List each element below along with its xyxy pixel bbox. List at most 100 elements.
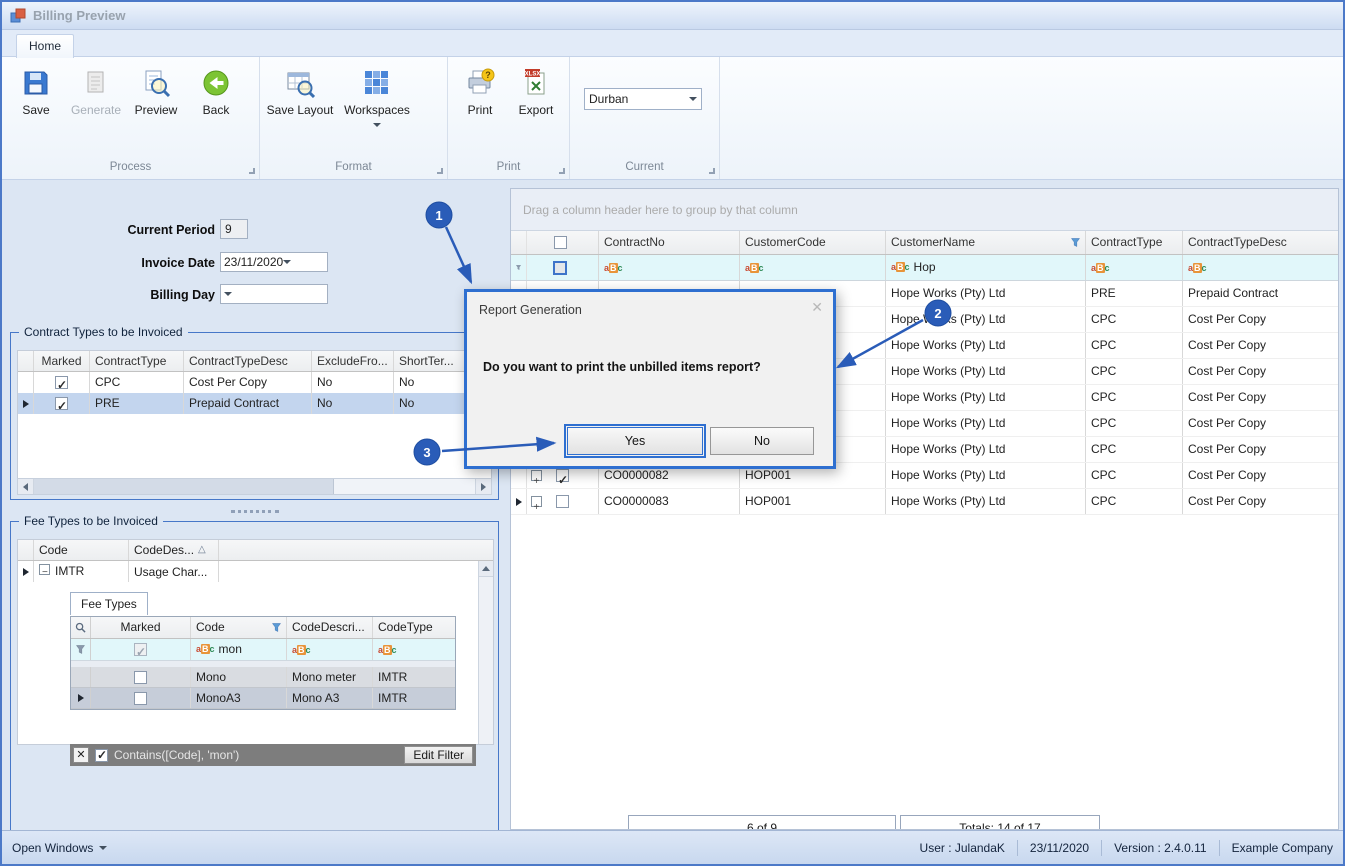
filter-icon[interactable] [1071, 238, 1080, 247]
column-header-customername[interactable]: CustomerName [886, 231, 1086, 254]
column-header-codedesc[interactable]: CodeDes... △ [129, 540, 219, 560]
scroll-right-icon[interactable] [475, 479, 491, 494]
fee-auto-filter-row[interactable]: aBc mon aBc aBc [71, 639, 455, 661]
group-by-panel[interactable]: Drag a column header here to group by th… [511, 189, 1338, 231]
auto-filter-row[interactable]: aBc aBc aBc Hop aBc aBc [511, 255, 1338, 281]
filter-row-icon [516, 265, 521, 270]
tab-fee-types[interactable]: Fee Types [70, 592, 148, 615]
group-dialog-launcher-icon[interactable] [709, 168, 715, 174]
current-period-field[interactable]: 9 [220, 219, 248, 239]
horizontal-scrollbar[interactable] [17, 478, 492, 495]
close-icon[interactable]: ✕ [811, 299, 823, 316]
abc-filter-icon: aBc [1091, 263, 1110, 273]
abc-filter-icon: aBc [292, 645, 311, 655]
select-all-checkbox[interactable] [553, 236, 567, 249]
customername-filter-cell[interactable]: aBc Hop [886, 255, 1086, 280]
invoice-date-combobox[interactable]: 23/11/2020 [220, 252, 328, 272]
column-header-customercode[interactable]: CustomerCode [740, 231, 886, 254]
vertical-scrollbar[interactable] [478, 561, 493, 744]
column-header-contracttype[interactable]: ContractType [1086, 231, 1183, 254]
column-header-contracttype[interactable]: ContractType [90, 351, 184, 371]
code-filter-cell[interactable]: aBc mon [191, 639, 287, 660]
contracttype-filter-cell[interactable]: aBc [1086, 255, 1183, 280]
collapse-icon[interactable] [39, 563, 50, 582]
column-header-excludefrom[interactable]: ExcludeFro... [312, 351, 394, 371]
scroll-up-icon[interactable] [479, 561, 493, 577]
abc-filter-icon: aBc [378, 645, 397, 655]
column-header-codedescription[interactable]: CodeDescri... [287, 617, 373, 638]
save-button[interactable]: Save [6, 62, 66, 117]
fee-group-row[interactable]: IMTR Usage Char... [18, 561, 493, 582]
title-bar: Billing Preview [2, 2, 1343, 30]
splitter-grip-icon [230, 509, 279, 513]
no-button[interactable]: No [710, 427, 814, 455]
fee-detail-grid: Marked Code CodeDescri... CodeType ✓ aBc… [70, 616, 456, 710]
select-row-checkbox[interactable] [556, 495, 569, 508]
contract-row-focused[interactable]: CO0000083 HOP001 Hope Works (Pty) Ltd CP… [511, 489, 1338, 515]
column-header-codetype[interactable]: CodeType [373, 617, 455, 638]
billing-day-label: Billing Day [150, 288, 215, 302]
column-header-contracttypedesc[interactable]: ContractTypeDesc [184, 351, 312, 371]
ribbon-group-print: ? Print XLSX Export Print [448, 57, 570, 179]
contractno-filter-cell[interactable]: aBc [599, 255, 740, 280]
status-version: Version : 2.4.0.11 [1114, 840, 1207, 855]
group-by-hint: Drag a column header here to group by th… [523, 202, 798, 217]
fee-type-row-selected[interactable]: MonoA3 Mono A3 IMTR [71, 688, 455, 709]
filter-icon[interactable] [272, 623, 281, 632]
group-dialog-launcher-icon[interactable] [437, 168, 443, 174]
column-header-contractno[interactable]: ContractNo [599, 231, 740, 254]
export-icon: XLSX [525, 69, 545, 95]
column-header-marked[interactable]: Marked [34, 351, 90, 371]
row-indicator-arrow-icon [77, 694, 84, 702]
billing-day-combobox[interactable] [220, 284, 328, 304]
column-header-code[interactable]: Code [191, 617, 287, 638]
marked-checkbox[interactable] [55, 375, 68, 393]
contract-type-row[interactable]: CPC Cost Per Copy No No [18, 372, 491, 393]
save-layout-button[interactable]: Save Layout [264, 62, 336, 117]
chevron-down-icon [224, 292, 232, 296]
marked-filter-checkbox[interactable] [134, 642, 147, 660]
report-generation-dialog: Report Generation ✕ Do you want to print… [464, 289, 836, 469]
abc-filter-icon: aBc [196, 644, 215, 654]
customercode-filter-cell[interactable]: aBc [740, 255, 886, 280]
abc-filter-icon: aBc [891, 262, 910, 272]
column-header-marked[interactable]: Marked [91, 617, 191, 638]
back-button[interactable]: Back [186, 62, 246, 117]
current-branch-combobox[interactable]: Durban [584, 88, 702, 110]
scroll-left-icon[interactable] [18, 479, 34, 494]
close-filter-icon[interactable]: ✕ [73, 747, 89, 763]
marked-checkbox[interactable] [55, 396, 68, 414]
contract-type-row-selected[interactable]: PRE Prepaid Contract No No [18, 393, 491, 414]
status-date: 23/11/2020 [1029, 840, 1090, 855]
expand-icon[interactable] [531, 495, 542, 514]
fee-type-row[interactable]: Mono Mono meter IMTR [71, 667, 455, 688]
column-header-contracttypedesc[interactable]: ContractTypeDesc [1183, 231, 1338, 254]
filter-enabled-checkbox[interactable] [95, 748, 108, 762]
edit-filter-button[interactable]: Edit Filter [404, 746, 473, 764]
ribbon: Save Generate Preview Back Process Save … [2, 57, 1343, 180]
export-button[interactable]: XLSX Export [508, 62, 564, 117]
workspaces-button[interactable]: Workspaces [336, 62, 418, 127]
open-windows-button[interactable]: Open Windows [12, 841, 108, 855]
ribbon-group-label-print: Print [496, 161, 521, 173]
workspaces-icon [365, 71, 388, 94]
codedesc-filter-cell[interactable]: aBc [287, 639, 373, 660]
marked-checkbox[interactable] [134, 692, 147, 706]
generate-button[interactable]: Generate [66, 62, 126, 117]
group-dialog-launcher-icon[interactable] [559, 168, 565, 174]
yes-button[interactable]: Yes [564, 424, 706, 458]
checkbox-filter-cell[interactable] [553, 260, 567, 275]
preview-button[interactable]: Preview [126, 62, 186, 117]
scrollbar-thumb[interactable] [34, 479, 334, 494]
contracttypedesc-filter-cell[interactable]: aBc [1183, 255, 1338, 280]
codetype-filter-cell[interactable]: aBc [373, 639, 455, 660]
ribbon-group-label-format: Format [335, 161, 372, 173]
expand-icon[interactable] [531, 469, 542, 488]
marked-checkbox[interactable] [134, 671, 147, 685]
select-row-checkbox[interactable] [556, 468, 569, 488]
tab-home[interactable]: Home [16, 34, 74, 58]
column-header-code[interactable]: Code [34, 540, 129, 560]
print-button[interactable]: ? Print [452, 62, 508, 117]
dialog-title: Report Generation [479, 303, 582, 317]
group-dialog-launcher-icon[interactable] [249, 168, 255, 174]
